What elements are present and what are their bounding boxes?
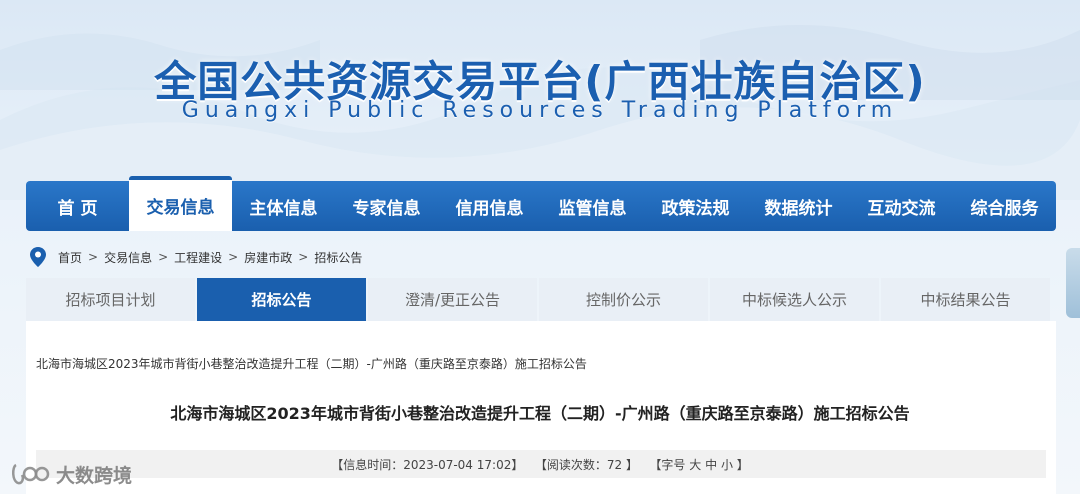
meta-views-value: 72: [606, 458, 623, 472]
font-size-large-button[interactable]: 大: [689, 458, 701, 472]
nav-item-supervision-info[interactable]: 监管信息: [541, 181, 644, 231]
notice-meta: 【信息时间：2023-07-04 17:02】 【阅读次数：72 】 【字号 大…: [0, 456, 1080, 473]
tab-tender-notice[interactable]: 招标公告: [197, 278, 366, 321]
nav-item-interaction[interactable]: 互动交流: [850, 181, 953, 231]
meta-font-close: 】: [736, 458, 749, 472]
location-pin-icon: [30, 247, 46, 267]
tab-bid-candidates[interactable]: 中标候选人公示: [710, 278, 879, 321]
meta-font-label: 【字号: [649, 458, 686, 472]
meta-views-close: 】: [625, 458, 638, 472]
nav-item-entity-info[interactable]: 主体信息: [232, 181, 335, 231]
breadcrumb-trading-info[interactable]: 交易信息: [104, 249, 152, 266]
watermark-logo-icon: [12, 463, 50, 485]
nav-item-policies[interactable]: 政策法规: [644, 181, 747, 231]
breadcrumb-separator: >: [228, 250, 239, 264]
sub-tabs: 招标项目计划 招标公告 澄清/更正公告 控制价公示 中标候选人公示 中标结果公告: [26, 278, 1050, 321]
meta-time-value: 2023-07-04 17:02: [403, 458, 512, 472]
main-nav: 首 页 交易信息 主体信息 专家信息 信用信息 监管信息 政策法规 数据统计 互…: [26, 176, 1056, 231]
font-size-small-button[interactable]: 小: [721, 458, 733, 472]
nav-item-home[interactable]: 首 页: [26, 181, 129, 231]
site-header: 全国公共资源交易平台(广西壮族自治区) Guangxi Public Resou…: [0, 0, 1080, 180]
breadcrumb-separator: >: [298, 250, 309, 264]
nav-item-services[interactable]: 综合服务: [953, 181, 1056, 231]
meta-time-label: 【信息时间：: [331, 458, 404, 472]
breadcrumb-home[interactable]: 首页: [58, 249, 82, 266]
breadcrumb: 首页 > 交易信息 > 工程建设 > 房建市政 > 招标公告: [30, 246, 362, 268]
breadcrumb-housing-municipal[interactable]: 房建市政: [244, 249, 292, 266]
watermark-text: 大数跨境: [56, 464, 133, 487]
breadcrumb-engineering[interactable]: 工程建设: [174, 249, 222, 266]
nav-item-trading-info[interactable]: 交易信息: [129, 176, 232, 231]
breadcrumb-separator: >: [158, 250, 169, 264]
nav-item-credit-info[interactable]: 信用信息: [438, 181, 541, 231]
tab-tender-plan[interactable]: 招标项目计划: [26, 278, 195, 321]
meta-time-close: 】: [511, 458, 524, 472]
watermark: 大数跨境: [10, 459, 132, 489]
tab-clarification[interactable]: 澄清/更正公告: [368, 278, 537, 321]
notice-title: 北海市海城区2023年城市背街小巷整治改造提升工程（二期）-广州路（重庆路至京泰…: [170, 404, 910, 423]
tab-bid-results[interactable]: 中标结果公告: [881, 278, 1050, 321]
meta-views-label: 【阅读次数：: [534, 458, 607, 472]
site-subtitle: Guangxi Public Resources Trading Platfor…: [181, 98, 899, 123]
notice-heading-small: 北海市海城区2023年城市背街小巷整治改造提升工程（二期）-广州路（重庆路至京泰…: [36, 357, 587, 371]
nav-item-statistics[interactable]: 数据统计: [747, 181, 850, 231]
nav-item-expert-info[interactable]: 专家信息: [335, 181, 438, 231]
font-size-medium-button[interactable]: 中: [705, 458, 717, 472]
side-decoration: [1066, 248, 1080, 318]
breadcrumb-separator: >: [88, 250, 99, 264]
breadcrumb-tender-notice[interactable]: 招标公告: [314, 249, 362, 266]
tab-control-price[interactable]: 控制价公示: [539, 278, 708, 321]
